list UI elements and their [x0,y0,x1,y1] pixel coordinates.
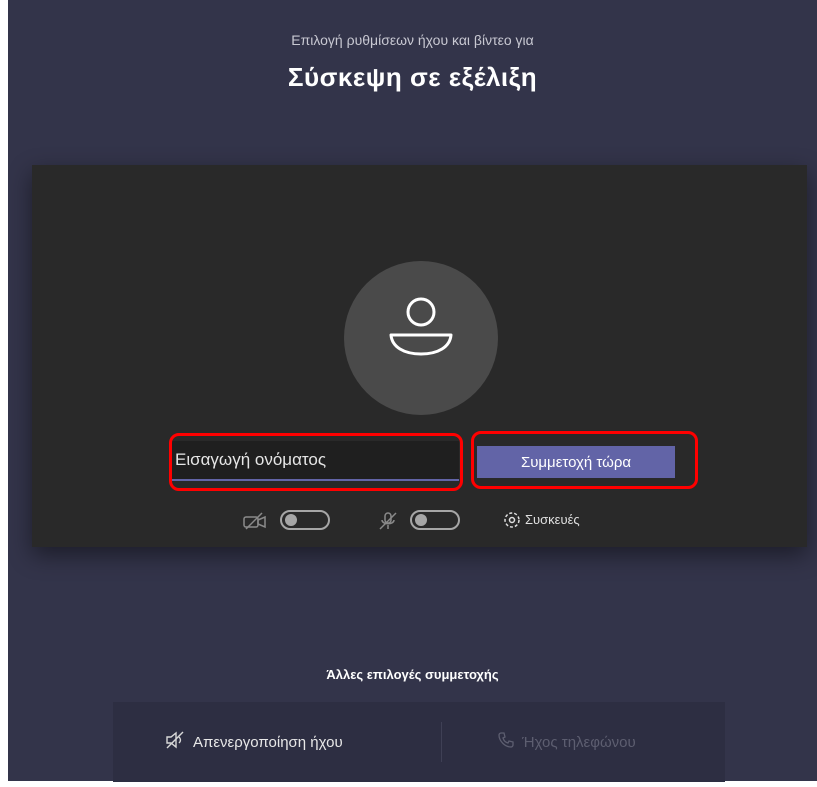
name-input[interactable] [169,441,459,481]
avatar [344,261,498,415]
other-join-options-title: Άλλες επιλογές συμμετοχής [326,667,499,682]
media-controls: Συσκευές [242,505,642,535]
video-toggle[interactable] [280,510,330,530]
page-title: Σύσκεψη σε εξέλιξη [287,62,538,92]
phone-audio-label: Ήχος τηλεφώνου [522,733,636,751]
mute-audio-option[interactable]: Απενεργοποίηση ήχου [165,702,343,782]
mic-toggle[interactable] [410,510,460,530]
other-join-options: Απενεργοποίηση ήχου Ήχος τηλεφώνου [113,702,725,782]
meeting-prejoin-screen: Επιλογή ρυθμίσεων ήχου και βίντεο για Σύ… [8,0,817,782]
mic-off-icon [377,511,399,536]
join-now-button[interactable]: Συμμετοχή τώρα [477,446,675,478]
options-divider [441,722,442,762]
gear-icon[interactable] [502,510,522,535]
mic-toggle-knob [415,514,427,526]
video-preview: Συμμετοχή τώρα [32,165,807,547]
speaker-off-icon [165,731,185,753]
devices-button[interactable]: Συσκευές [525,512,580,527]
person-icon [389,297,453,356]
camera-off-icon [242,511,270,536]
mute-audio-label: Απενεργοποίηση ήχου [193,733,343,751]
phone-audio-option[interactable]: Ήχος τηλεφώνου [498,702,636,782]
page-subtitle: Επιλογή ρυθμίσεων ήχου και βίντεο για [291,32,534,48]
phone-icon [498,732,514,752]
video-toggle-knob [285,514,297,526]
